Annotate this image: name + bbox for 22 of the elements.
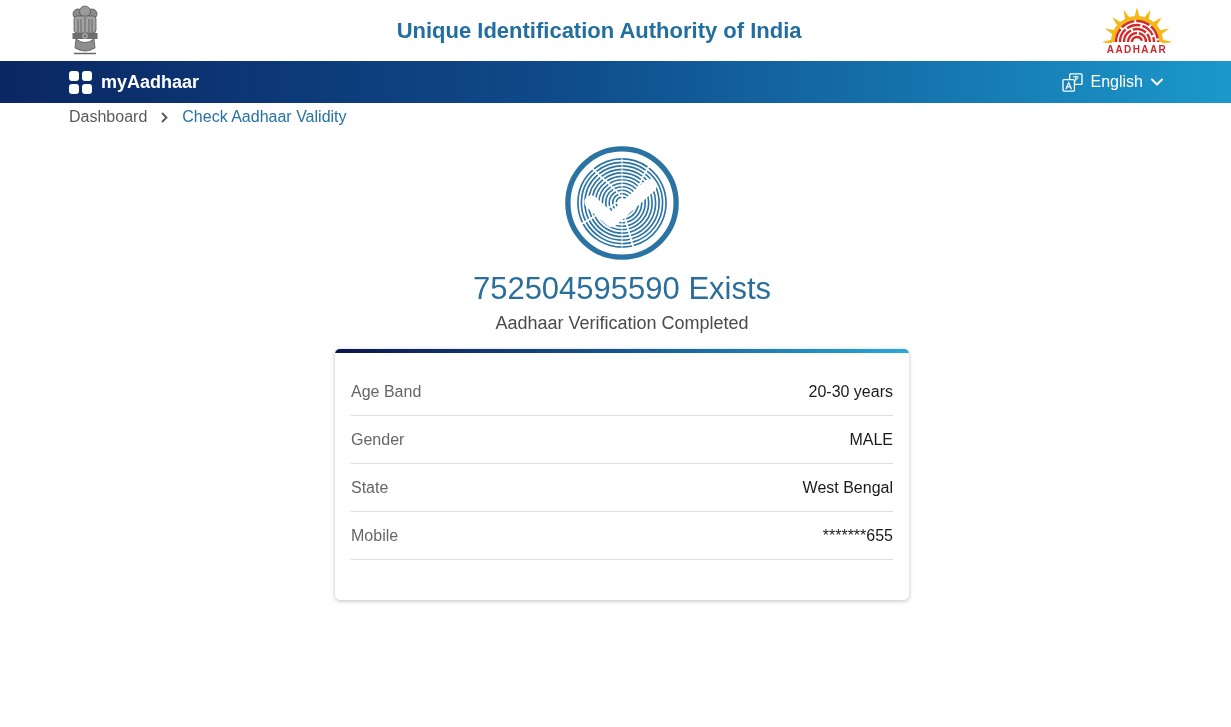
- site-title: Unique Identification Authority of India: [396, 17, 802, 44]
- fingerprint-check-icon: [564, 145, 680, 261]
- detail-value: West Bengal: [802, 478, 893, 497]
- logo-text: AADHAAR: [1106, 43, 1168, 56]
- detail-label: State: [351, 478, 389, 497]
- emblem-icon: [70, 4, 100, 57]
- chevron-right-icon: [161, 111, 169, 123]
- breadcrumb-link[interactable]: Dashboard: [69, 108, 148, 126]
- detail-value: *******655: [822, 526, 893, 545]
- detail-value: MALE: [849, 430, 893, 449]
- result-subheading: Aadhaar Verification Completed: [495, 312, 749, 335]
- brand-name: myAadhaar: [101, 71, 200, 93]
- language-button[interactable]: English: [1059, 70, 1165, 94]
- detail-value: 20-30 years: [808, 382, 893, 401]
- detail-label: Gender: [351, 430, 405, 449]
- translate-icon: [1061, 72, 1083, 92]
- chevron-down-icon: [1151, 78, 1163, 86]
- breadcrumb-current: Check Aadhaar Validity: [182, 108, 347, 126]
- detail-label: Mobile: [351, 526, 399, 545]
- apps-grid-icon[interactable]: [69, 70, 92, 94]
- result-heading: 752504595590 Exists: [472, 271, 772, 307]
- detail-label: Age Band: [351, 382, 422, 401]
